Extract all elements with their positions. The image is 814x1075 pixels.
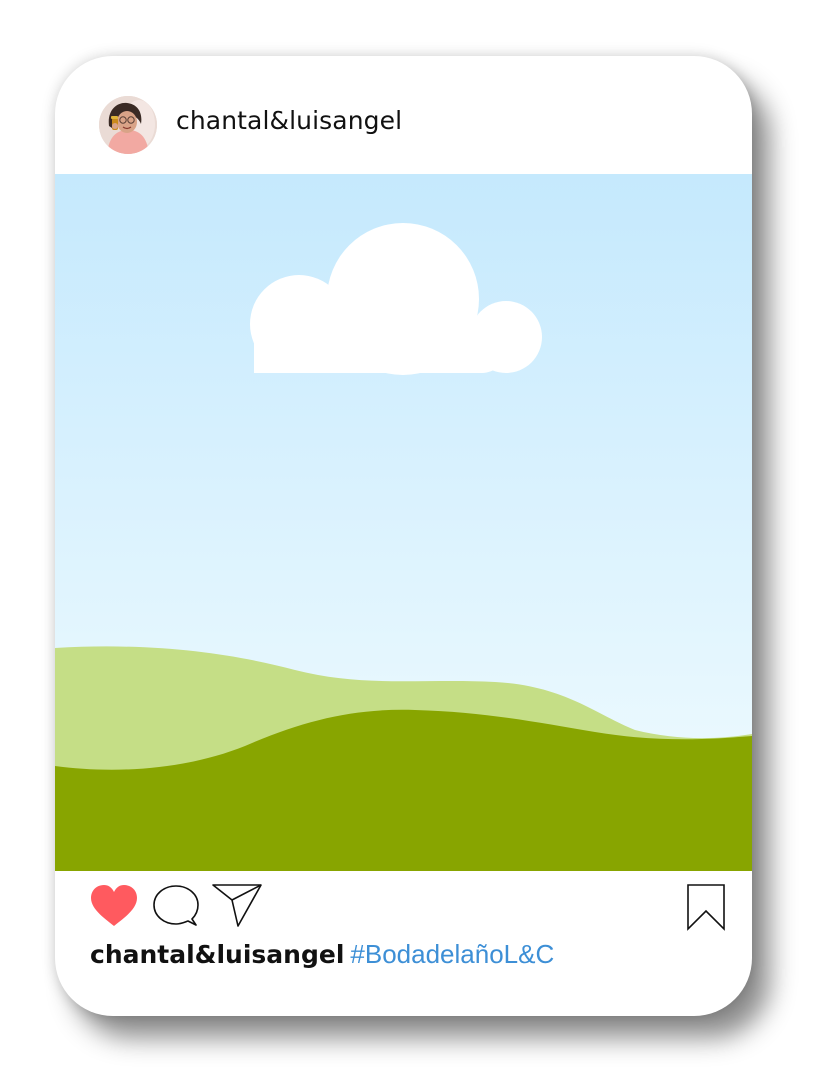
post-image <box>55 174 752 871</box>
page: chantal&luisangel chantal&luisangel #Bod… <box>0 0 814 1075</box>
bookmark-icon[interactable] <box>686 883 726 931</box>
caption-hashtag[interactable]: #BodadelañoL&C <box>350 939 554 969</box>
avatar[interactable] <box>99 96 157 154</box>
landscape-illustration <box>55 174 752 871</box>
avatar-image <box>99 96 157 154</box>
paper-plane-icon[interactable] <box>211 882 263 928</box>
post-header: chantal&luisangel <box>55 56 752 174</box>
caption-username[interactable]: chantal&luisangel <box>90 940 344 969</box>
post-username[interactable]: chantal&luisangel <box>176 106 402 135</box>
comment-bubble-icon[interactable] <box>152 884 200 930</box>
post-actions: chantal&luisangel #BodadelañoL&C <box>55 871 752 1016</box>
instagram-post-frame: chantal&luisangel chantal&luisangel #Bod… <box>55 56 752 1016</box>
heart-icon[interactable] <box>89 884 139 928</box>
post-caption: chantal&luisangel #BodadelañoL&C <box>90 939 554 970</box>
